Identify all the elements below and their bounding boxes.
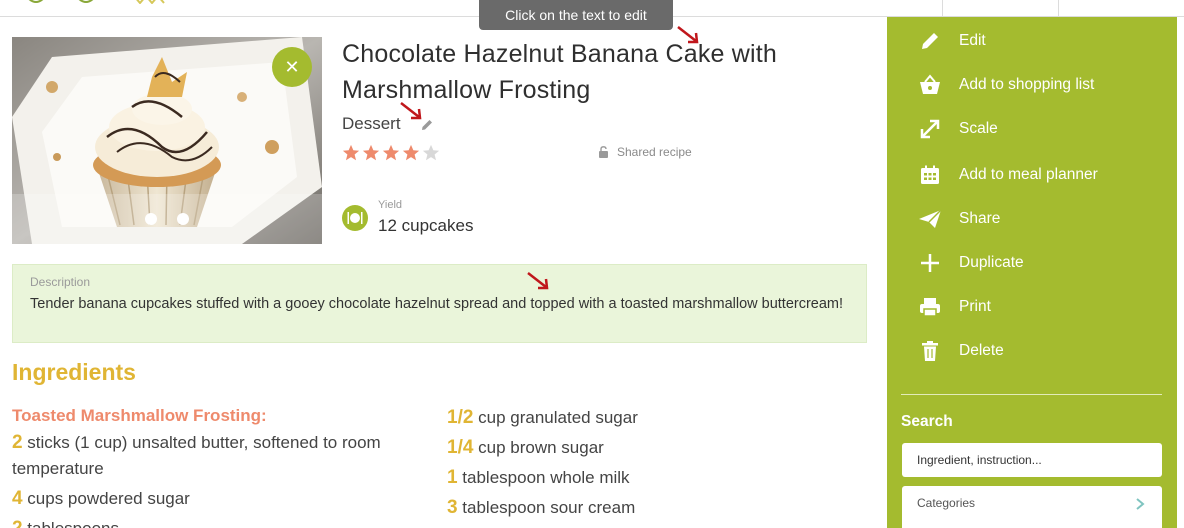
chevron-right-icon (1136, 498, 1145, 510)
plate-icon (342, 205, 368, 231)
printer-icon (917, 294, 943, 320)
shared-label: Shared recipe (617, 145, 692, 159)
menu-item-scale[interactable]: Scale (917, 116, 998, 142)
menu-item-edit[interactable]: Edit (917, 28, 986, 54)
ingredient-qty: 2 (12, 518, 23, 528)
top-bar-divider (1058, 0, 1059, 17)
ingredient-qty: 1/4 (447, 437, 474, 458)
annotation-arrow-icon (527, 272, 549, 290)
menu-item-print[interactable]: Print (917, 294, 991, 320)
calendar-icon (917, 162, 943, 188)
menu-item-label: Add to meal planner (959, 166, 1098, 183)
ingredient-section-title[interactable]: Toasted Marshmallow Frosting: (12, 406, 267, 426)
menu-item-share[interactable]: Share (917, 206, 1000, 232)
star-icon[interactable] (422, 144, 440, 162)
plus-icon (917, 250, 943, 276)
sidebar-divider (901, 394, 1162, 395)
description-text[interactable]: Tender banana cupcakes stuffed with a go… (30, 294, 850, 315)
ingredient-text: tablespoon sour cream (457, 498, 636, 517)
menu-item-label: Add to shopping list (959, 76, 1095, 93)
ingredient-item[interactable]: 2 sticks (1 cup) unsalted butter, soften… (12, 430, 437, 482)
carousel-dot[interactable] (177, 213, 189, 225)
shared-status: Shared recipe (598, 145, 692, 159)
ingredient-item[interactable]: 1/4 cup brown sugar (447, 435, 867, 461)
close-icon[interactable]: ✕ (272, 47, 312, 87)
search-heading: Search (901, 413, 953, 430)
star-icon[interactable] (342, 144, 360, 162)
annotation-arrow-icon (400, 102, 422, 120)
carousel-dot[interactable] (145, 213, 157, 225)
ingredient-text: cup granulated sugar (473, 408, 638, 427)
ingredient-text: cup brown sugar (473, 438, 604, 457)
categories-dropdown[interactable]: Categories (902, 486, 1162, 528)
menu-item-label: Delete (959, 342, 1004, 359)
menu-item-shopping-list[interactable]: Add to shopping list (917, 72, 1094, 98)
star-icon[interactable] (382, 144, 400, 162)
paper-plane-icon (917, 206, 943, 232)
menu-item-label: Duplicate (959, 254, 1024, 271)
menu-item-label: Edit (959, 32, 986, 49)
ingredient-qty: 4 (12, 488, 23, 509)
yield-label: Yield (378, 199, 403, 211)
ingredient-item[interactable]: 4 cups powdered sugar (12, 486, 437, 512)
logo-icon[interactable] (28, 0, 188, 4)
lock-icon (599, 146, 608, 158)
menu-item-delete[interactable]: Delete (917, 338, 1004, 364)
star-icon[interactable] (362, 144, 380, 162)
ingredients-heading: Ingredients (12, 359, 136, 385)
ingredient-item[interactable]: 2 tablespoons (12, 516, 437, 528)
expand-icon (917, 116, 943, 142)
description-label: Description (30, 275, 91, 289)
yield-value[interactable]: 12 cupcakes (378, 216, 473, 236)
basket-icon (917, 72, 943, 98)
search-input[interactable] (902, 443, 1162, 477)
ingredient-item[interactable]: 1 tablespoon whole milk (447, 465, 867, 491)
annotation-arrow-icon (677, 26, 699, 44)
pencil-icon (917, 28, 943, 54)
ingredient-qty: 3 (447, 497, 458, 518)
ingredient-text: tablespoon whole milk (457, 468, 630, 487)
ingredients-column-2: 1/2 cup granulated sugar 1/4 cup brown s… (447, 405, 867, 525)
action-sidebar: Edit Add to shopping list Scale Add to m… (887, 17, 1177, 528)
ingredient-text: tablespoons (23, 519, 119, 528)
menu-item-label: Print (959, 298, 991, 315)
ingredient-qty: 1 (447, 467, 458, 488)
ingredient-qty: 2 (12, 432, 23, 453)
ingredient-text: sticks (1 cup) unsalted butter, softened… (12, 433, 381, 478)
menu-item-label: Scale (959, 120, 998, 137)
categories-label: Categories (917, 496, 976, 510)
rating-stars[interactable] (342, 144, 440, 162)
recipe-course[interactable]: Dessert (342, 114, 401, 134)
ingredient-text: cups powdered sugar (22, 489, 190, 508)
menu-item-label: Share (959, 210, 1001, 227)
ingredient-item[interactable]: 1/2 cup granulated sugar (447, 405, 867, 431)
top-bar-divider (942, 0, 943, 17)
description-box[interactable]: Description Tender banana cupcakes stuff… (12, 264, 867, 343)
ingredient-qty: 1/2 (447, 407, 474, 428)
star-icon[interactable] (402, 144, 420, 162)
menu-item-duplicate[interactable]: Duplicate (917, 250, 1024, 276)
menu-item-meal-planner[interactable]: Add to meal planner (917, 162, 1098, 188)
ingredient-item[interactable]: 3 tablespoon sour cream (447, 495, 867, 521)
recipe-title[interactable]: Chocolate Hazelnut Banana Cake with Mars… (342, 36, 842, 108)
edit-tooltip: Click on the text to edit (479, 0, 673, 30)
ingredients-column-1: 2 sticks (1 cup) unsalted butter, soften… (12, 430, 437, 528)
trash-icon (917, 338, 943, 364)
